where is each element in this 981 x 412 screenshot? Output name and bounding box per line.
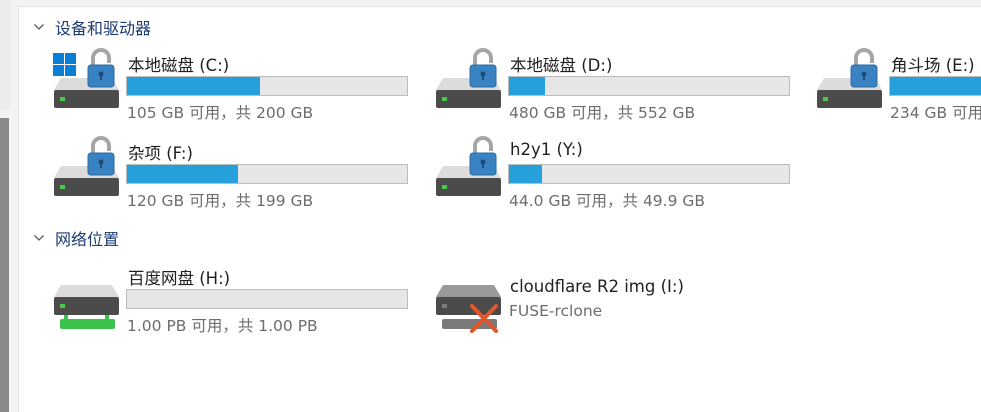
drive-space-info: 234 GB 可用 xyxy=(890,104,981,120)
drive-locked-icon xyxy=(434,136,506,208)
drive-filesystem-info: FUSE-rclone xyxy=(509,302,603,320)
drive-locked-icon xyxy=(52,136,124,208)
drive-space-info: 120 GB 可用，共 199 GB xyxy=(127,192,314,210)
drive-space-info: 105 GB 可用，共 200 GB xyxy=(127,104,314,122)
chevron-down-icon[interactable] xyxy=(33,232,45,244)
navigation-pane-edge xyxy=(0,0,19,412)
drive-usage-bar xyxy=(126,164,408,184)
drive-name: h2y1 (Y:) xyxy=(510,140,583,159)
navigation-pane-gap xyxy=(0,0,10,110)
drive-usage-fill xyxy=(509,77,546,95)
drive-name: 本地磁盘 (C:) xyxy=(128,56,230,75)
drive-e[interactable]: 角斗场 (E:) 234 GB 可用 xyxy=(815,48,981,120)
drive-y[interactable]: h2y1 (Y:) 44.0 GB 可用，共 49.9 GB xyxy=(434,136,814,210)
explorer-this-pc-view: 设备和驱动器 本地磁盘 (C:) 105 GB 可用，共 200 GB 本地磁盘… xyxy=(0,0,981,412)
drive-f[interactable]: 杂项 (F:) 120 GB 可用，共 199 GB xyxy=(52,136,432,210)
section-header-devices[interactable]: 设备和驱动器 xyxy=(33,15,151,39)
drive-space-info: 480 GB 可用，共 552 GB xyxy=(509,104,696,122)
drive-name: 百度网盘 (H:) xyxy=(128,269,231,288)
drive-space-info: 1.00 PB 可用，共 1.00 PB xyxy=(127,317,318,335)
drive-name: cloudflare R2 img (I:) xyxy=(510,277,684,296)
section-header-network[interactable]: 网络位置 xyxy=(33,226,119,250)
drive-name: 杂项 (F:) xyxy=(128,144,193,163)
network-drive-connected-icon xyxy=(52,261,124,333)
drive-d[interactable]: 本地磁盘 (D:) 480 GB 可用，共 552 GB xyxy=(434,48,814,122)
drive-name: 本地磁盘 (D:) xyxy=(510,56,613,75)
drive-usage-fill xyxy=(509,165,543,183)
chevron-down-icon[interactable] xyxy=(33,21,45,33)
section-title: 设备和驱动器 xyxy=(55,19,152,38)
drive-locked-icon xyxy=(434,48,506,120)
drive-space-info: 44.0 GB 可用，共 49.9 GB xyxy=(509,192,706,210)
system-drive-locked-icon xyxy=(52,48,124,120)
drive-locked-icon xyxy=(815,48,887,120)
drive-usage-fill xyxy=(127,165,239,183)
drive-usage-fill xyxy=(890,77,981,95)
drive-usage-bar xyxy=(126,76,408,96)
drive-usage-bar xyxy=(126,289,408,309)
drive-usage-bar xyxy=(508,164,790,184)
drive-usage-fill xyxy=(127,77,260,95)
toolbar-edge xyxy=(18,0,981,7)
drive-usage-bar xyxy=(889,76,981,96)
network-drive-h[interactable]: 百度网盘 (H:) 1.00 PB 可用，共 1.00 PB xyxy=(52,261,432,335)
network-drive-disconnected-icon xyxy=(434,261,506,333)
network-drive-i[interactable]: cloudflare R2 img (I:) FUSE-rclone xyxy=(434,261,814,333)
drive-name: 角斗场 (E:) xyxy=(891,56,975,75)
navigation-scrollbar-thumb[interactable] xyxy=(0,118,9,412)
section-title: 网络位置 xyxy=(55,230,120,249)
drive-c[interactable]: 本地磁盘 (C:) 105 GB 可用，共 200 GB xyxy=(52,48,432,122)
drive-usage-bar xyxy=(508,76,790,96)
